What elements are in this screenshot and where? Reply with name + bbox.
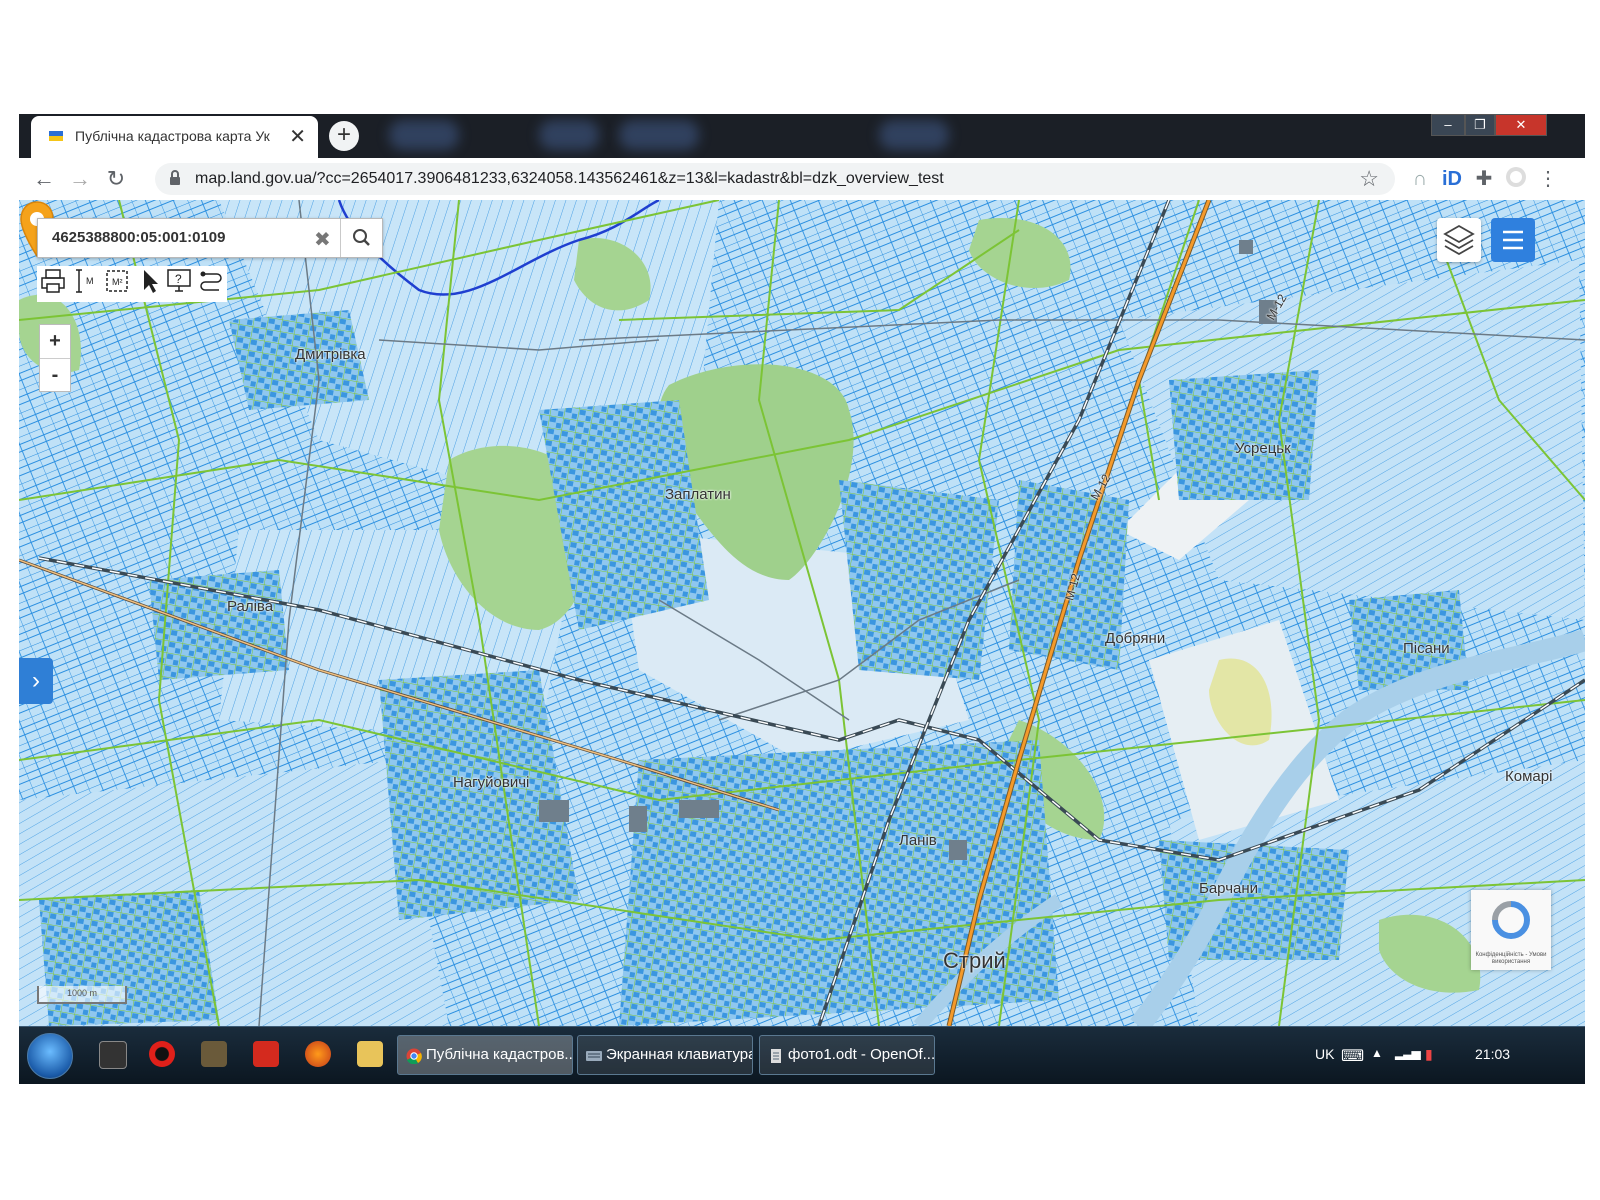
layers-icon [1443, 224, 1475, 256]
place-label: Барчани [1199, 880, 1259, 897]
cadastral-map[interactable]: Дмитрівка Заплатин Раліва Нагуйовичі Доб… [19, 200, 1585, 1026]
firefox-icon[interactable] [305, 1041, 331, 1067]
zoom-out-button[interactable]: - [40, 359, 70, 392]
recaptcha-badge[interactable]: Конфіденційність - Умови використання [1471, 890, 1551, 970]
place-label: Ланів [899, 832, 937, 849]
taskbar-item-keyboard[interactable]: Экранная клавиатура [577, 1035, 753, 1075]
browser-toolbar: ← → ↻ map.land.gov.ua/?cc=2654017.390648… [19, 158, 1585, 200]
svg-text:M: M [86, 276, 94, 286]
route-icon[interactable] [197, 266, 225, 296]
keyboard-icon [586, 1051, 602, 1061]
bookmark-star-icon[interactable]: ☆ [1359, 166, 1379, 192]
map-tools-toolbar: M M² ? [37, 266, 227, 302]
layers-button[interactable] [1437, 218, 1481, 262]
explorer-folder-icon[interactable] [357, 1041, 383, 1067]
new-tab-button[interactable]: + [329, 121, 359, 151]
pointer-icon[interactable] [135, 266, 163, 296]
taskbar-item-label: фото1.odt - OpenOf... [788, 1046, 935, 1063]
extension-arc-icon[interactable]: ∩ [1407, 166, 1433, 192]
start-button[interactable] [27, 1033, 73, 1079]
blurred-background [389, 120, 459, 150]
chrome-icon [406, 1048, 422, 1064]
blurred-background [619, 120, 699, 150]
svg-text:?: ? [175, 272, 182, 286]
tab-title: Публічна кадастрова карта Укр [75, 128, 270, 144]
opera-icon[interactable] [149, 1041, 175, 1067]
extensions-puzzle-icon[interactable]: ✚ [1471, 166, 1497, 192]
zoom-in-button[interactable]: + [40, 325, 70, 359]
show-hidden-icons-icon[interactable]: ▲ [1371, 1046, 1383, 1060]
blurred-background [539, 120, 599, 150]
blurred-background [879, 120, 949, 150]
taskbar-item-openoffice[interactable]: фото1.odt - OpenOf... [759, 1035, 935, 1075]
7zip-icon[interactable] [99, 1041, 127, 1069]
ukraine-flag-icon [49, 131, 63, 141]
place-label: Комарі [1505, 768, 1553, 785]
measure-distance-icon[interactable]: M [71, 266, 99, 296]
back-button[interactable]: ← [31, 166, 57, 192]
signal-icon[interactable]: ▂▃▅ [1395, 1046, 1421, 1060]
tab-close-icon[interactable]: ✕ [289, 124, 306, 149]
recaptcha-text: Конфіденційність - Умови використання [1475, 952, 1547, 965]
svg-text:M²: M² [112, 277, 123, 287]
clock[interactable]: 21:03 [1475, 1046, 1510, 1062]
menu-button[interactable] [1491, 218, 1535, 262]
measure-area-icon[interactable]: M² [103, 266, 131, 296]
address-bar[interactable]: map.land.gov.ua/?cc=2654017.3906481233,6… [155, 163, 1395, 195]
acrobat-icon[interactable] [253, 1041, 279, 1067]
print-icon[interactable] [39, 266, 67, 296]
restore-button[interactable]: ❐ [1465, 114, 1495, 136]
app-icon[interactable] [201, 1041, 227, 1067]
place-label: Стрий [943, 948, 1006, 973]
language-indicator[interactable]: UK [1315, 1046, 1334, 1062]
place-label: Дмитрівка [295, 346, 366, 363]
place-label: Пісани [1403, 640, 1450, 657]
cadastral-search: ✖ [37, 218, 383, 258]
place-label: Заплатин [665, 486, 731, 503]
scale-label: 1000 m [67, 988, 98, 998]
browser-tab[interactable]: Публічна кадастрова карта Укр ✕ [31, 116, 318, 158]
close-window-button[interactable]: ✕ [1495, 114, 1547, 136]
minimize-button[interactable]: – [1431, 114, 1465, 136]
place-label: Раліва [227, 598, 274, 615]
profile-avatar[interactable] [1503, 166, 1529, 192]
cadastral-number-input[interactable] [50, 228, 304, 247]
screen: Публічна кадастрова карта Укр ✕ + – ❐ ✕ … [19, 114, 1585, 1084]
place-label: Добряни [1105, 630, 1166, 647]
recaptcha-icon [1492, 901, 1530, 939]
battery-icon[interactable]: ▮ [1425, 1046, 1433, 1063]
search-button[interactable] [340, 219, 383, 257]
lock-icon [170, 170, 180, 185]
zoom-control: + - [39, 324, 71, 392]
place-label: Нагуйовичі [453, 774, 530, 791]
keyboard-tray-icon[interactable]: ⌨ [1341, 1046, 1364, 1066]
document-icon [771, 1049, 781, 1063]
search-icon [353, 229, 370, 246]
hamburger-menu-icon [1503, 230, 1523, 250]
windows-taskbar: Публічна кадастров... Экранная клавиатур… [19, 1026, 1585, 1084]
scale-bar: 1000 m [37, 986, 127, 1004]
forward-button[interactable]: → [67, 166, 93, 192]
place-label: Усрецьк [1235, 440, 1291, 457]
taskbar-item-label: Экранная клавиатура [606, 1046, 753, 1063]
url-text: map.land.gov.ua/?cc=2654017.3906481233,6… [195, 170, 944, 187]
clear-search-icon[interactable]: ✖ [314, 227, 331, 252]
browser-tab-strip: Публічна кадастрова карта Укр ✕ + – ❐ ✕ [19, 114, 1585, 158]
info-icon[interactable]: ? [165, 266, 193, 296]
taskbar-item-label: Публічна кадастров... [426, 1046, 573, 1063]
taskbar-item-chrome[interactable]: Публічна кадастров... [397, 1035, 573, 1075]
side-panel-toggle-button[interactable]: › [19, 658, 53, 704]
extension-id-icon[interactable]: iD [1439, 166, 1465, 192]
browser-menu-icon[interactable]: ⋮ [1535, 166, 1561, 192]
reload-button[interactable]: ↻ [103, 166, 129, 192]
